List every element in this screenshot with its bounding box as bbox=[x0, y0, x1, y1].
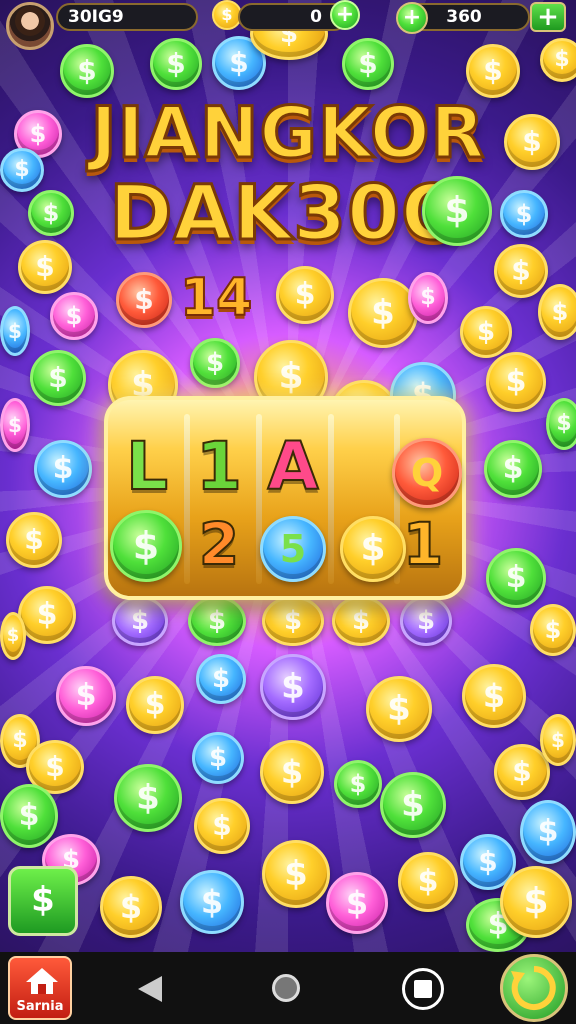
level-number: 14 bbox=[179, 267, 253, 329]
coin: $ bbox=[540, 714, 576, 766]
coin: $ bbox=[116, 272, 172, 328]
coin: $ bbox=[460, 306, 512, 358]
coin: $ bbox=[262, 596, 324, 646]
coin: $ bbox=[260, 654, 326, 720]
refresh-button[interactable] bbox=[500, 954, 568, 1022]
add-coins-icon[interactable]: + bbox=[330, 0, 360, 30]
coin: $ bbox=[60, 44, 114, 98]
coin: $ bbox=[100, 876, 162, 938]
coin: $ bbox=[276, 266, 334, 324]
reel-symbol-coin: Q bbox=[392, 438, 462, 508]
coin: $ bbox=[398, 852, 458, 912]
coin: $ bbox=[262, 840, 330, 908]
player-avatar[interactable] bbox=[6, 2, 54, 50]
coin: $ bbox=[0, 306, 30, 356]
coin: $ bbox=[334, 760, 382, 808]
reel-symbol: $ bbox=[132, 524, 160, 568]
coin: $ bbox=[500, 866, 572, 938]
coin: $ bbox=[342, 38, 394, 90]
coin: $ bbox=[366, 676, 432, 742]
coin: $ bbox=[114, 764, 182, 832]
reel-symbol-coin: $ bbox=[110, 510, 182, 582]
coin: $ bbox=[56, 666, 116, 726]
coin: $ bbox=[196, 654, 246, 704]
coin: $ bbox=[546, 398, 576, 450]
balance-left-value: 30IG9 bbox=[68, 7, 124, 27]
home-label: Sarnia bbox=[16, 999, 64, 1014]
coin: $ bbox=[486, 352, 546, 412]
coin: $ bbox=[348, 278, 418, 348]
coin: $ bbox=[530, 604, 576, 656]
reel-symbol: 2 bbox=[198, 509, 240, 579]
coin: $ bbox=[34, 440, 92, 498]
coin: $ bbox=[150, 38, 202, 90]
coin: $ bbox=[30, 350, 86, 406]
reel-symbol: 1 bbox=[195, 427, 243, 506]
coin: $ bbox=[326, 872, 388, 934]
coin: $ bbox=[190, 338, 240, 388]
coin: $ bbox=[18, 586, 76, 644]
recent-apps-icon[interactable] bbox=[402, 968, 444, 1010]
coin: $ bbox=[180, 870, 244, 934]
home-icon bbox=[26, 968, 58, 994]
coin: $ bbox=[408, 272, 448, 324]
game-title-line1: JIANGKOR bbox=[89, 91, 486, 176]
collect-coins-button[interactable]: $ bbox=[8, 866, 78, 936]
coin: $ bbox=[50, 292, 98, 340]
coin: $ bbox=[192, 732, 244, 784]
reel-divider bbox=[328, 414, 334, 584]
balance-pill-left: 30IG9 bbox=[56, 3, 198, 31]
title-coin-icon: $ bbox=[422, 176, 492, 246]
balance-right-value: 360 bbox=[446, 7, 482, 27]
coin: $ bbox=[194, 798, 250, 854]
system-home-icon[interactable] bbox=[272, 974, 300, 1002]
reel-symbol-coin: 5 bbox=[260, 516, 326, 582]
coin: $ bbox=[538, 284, 576, 340]
refresh-icon bbox=[511, 966, 556, 1010]
reel-symbol: 5 bbox=[279, 527, 307, 571]
add-gems-icon[interactable]: + bbox=[396, 2, 428, 34]
home-button[interactable]: Sarnia bbox=[8, 956, 72, 1020]
coin: $ bbox=[0, 784, 58, 848]
coin: $ bbox=[484, 440, 542, 498]
coin: $ bbox=[540, 38, 576, 82]
coin: $ bbox=[400, 596, 452, 646]
reel-symbol: A bbox=[266, 427, 319, 506]
coin: $ bbox=[0, 612, 26, 660]
slot-machine[interactable]: L 1 A Q $ 2 5 $ 1 bbox=[104, 396, 466, 600]
coin: $ bbox=[0, 398, 30, 452]
back-icon[interactable] bbox=[138, 976, 162, 1002]
shop-plus-button[interactable]: + bbox=[530, 2, 566, 32]
coin: $ bbox=[260, 740, 324, 804]
coin: $ bbox=[126, 676, 184, 734]
coin: $ bbox=[380, 772, 446, 838]
reel-symbol: Q bbox=[410, 451, 444, 495]
balance-mid-value: 0 bbox=[310, 7, 322, 27]
reel-symbol: $ bbox=[360, 528, 386, 569]
coin: $ bbox=[6, 512, 62, 568]
top-bar: 30IG9 $ 0 + 360 + + bbox=[0, 0, 576, 50]
reel-symbol: L bbox=[125, 427, 169, 506]
coin: $ bbox=[332, 596, 390, 646]
coin: $ bbox=[466, 44, 520, 98]
coin: $ bbox=[486, 548, 546, 608]
coin: $ bbox=[520, 800, 576, 864]
coin: $ bbox=[188, 596, 246, 646]
coin: $ bbox=[462, 664, 526, 728]
coin: $ bbox=[112, 596, 168, 646]
reel-symbol: 1 bbox=[402, 509, 444, 579]
